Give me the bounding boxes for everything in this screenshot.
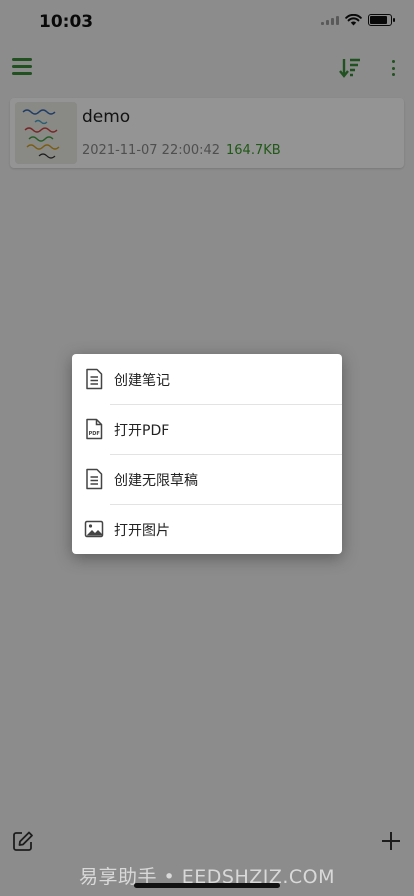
image-icon bbox=[84, 520, 104, 538]
menu-item-label: 打开图片 bbox=[114, 523, 170, 539]
menu-item-create-infinite-draft[interactable]: 创建无限草稿 bbox=[72, 454, 342, 504]
menu-item-create-note[interactable]: 创建笔记 bbox=[72, 354, 342, 404]
pdf-file-icon: PDF bbox=[86, 418, 103, 440]
menu-item-open-pdf[interactable]: PDF 打开PDF bbox=[72, 404, 342, 454]
menu-item-label: 打开PDF bbox=[114, 423, 170, 439]
menu-item-label: 创建无限草稿 bbox=[114, 473, 198, 489]
create-menu-popup: 创建笔记 PDF 打开PDF 创建无限草稿 打开图片 bbox=[72, 354, 342, 554]
home-indicator[interactable] bbox=[134, 883, 280, 888]
document-icon bbox=[86, 368, 103, 390]
document-icon bbox=[86, 468, 103, 490]
menu-item-label: 创建笔记 bbox=[114, 373, 170, 389]
svg-text:PDF: PDF bbox=[89, 431, 100, 437]
menu-item-open-image[interactable]: 打开图片 bbox=[72, 504, 342, 554]
